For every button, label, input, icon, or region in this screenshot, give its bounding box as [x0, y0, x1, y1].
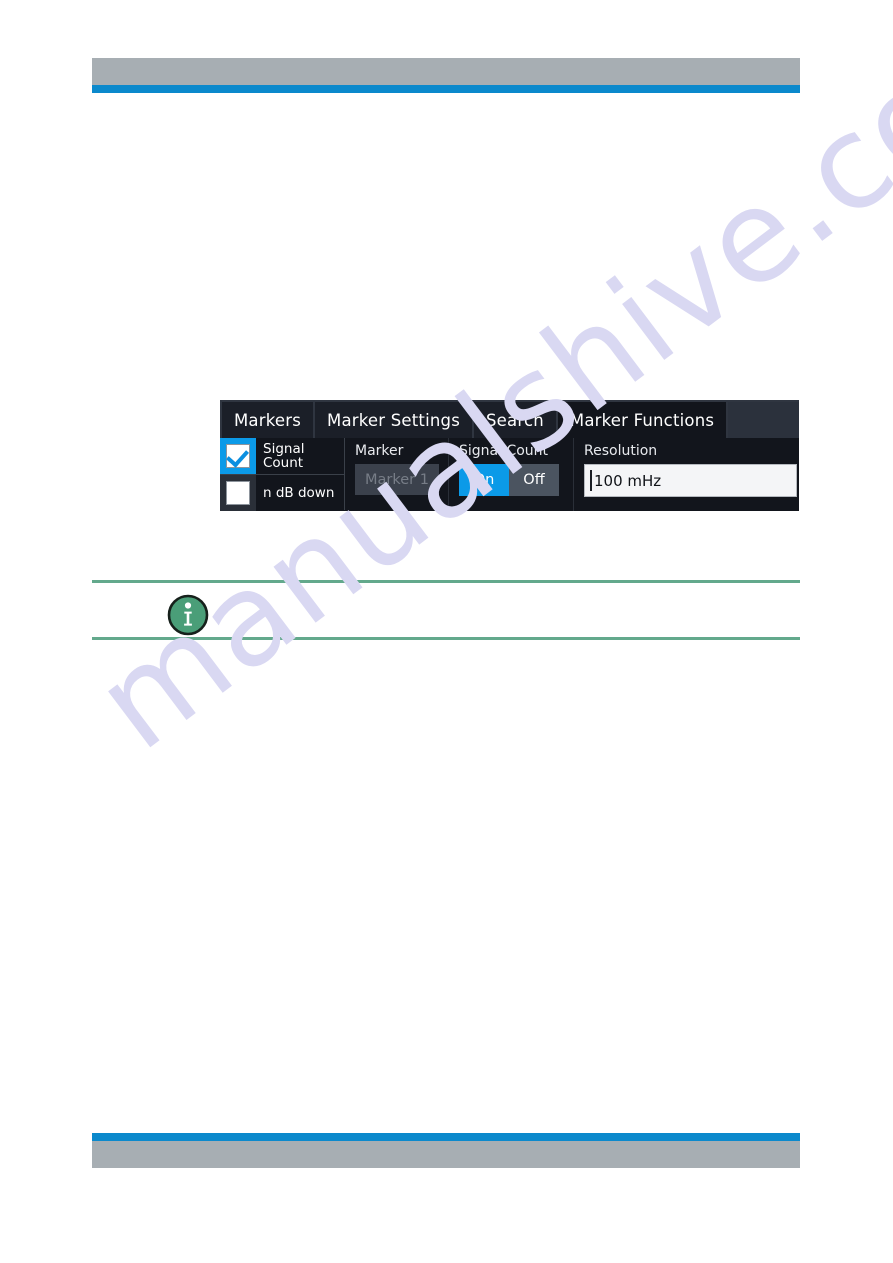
- resolution-field-group: Resolution 100 mHz: [574, 438, 799, 511]
- marker-select-button-label: Marker 1: [365, 471, 429, 488]
- note-rule-bottom: [92, 637, 800, 640]
- note-rule-top: [92, 580, 800, 583]
- checkbox-row-signal-count[interactable]: Signal Count: [220, 438, 344, 474]
- signal-count-toggle[interactable]: On Off: [459, 464, 559, 496]
- signal-count-field-group: Signal Count On Off: [449, 438, 574, 511]
- resolution-input-value: 100 mHz: [594, 471, 662, 490]
- function-checkbox-column: Signal Count n dB down: [220, 438, 345, 511]
- tab-search-label: Search: [486, 410, 544, 430]
- tab-strip-filler: [728, 402, 799, 438]
- signal-count-label-line2: Count: [263, 455, 304, 471]
- checkbox-holder-signal-count: [220, 438, 256, 474]
- resolution-input[interactable]: 100 mHz: [584, 464, 797, 497]
- n-db-down-label-line1: n dB down: [263, 484, 335, 501]
- n-db-down-checkbox-label: n dB down: [256, 486, 334, 500]
- signal-count-checkbox-label: Signal Count: [256, 442, 304, 470]
- text-caret: [590, 470, 592, 491]
- checkbox-row-n-db-down[interactable]: n dB down: [220, 474, 344, 511]
- checkbox-holder-n-db-down: [220, 474, 256, 511]
- marker-field-label: Marker: [355, 443, 404, 459]
- tab-marker-functions[interactable]: Marker Functions: [557, 402, 727, 438]
- tab-marker-functions-label: Marker Functions: [569, 410, 715, 430]
- n-db-down-checkbox[interactable]: [226, 480, 250, 505]
- note-block: [92, 580, 800, 640]
- signal-count-on-button[interactable]: On: [459, 464, 509, 496]
- tab-marker-settings[interactable]: Marker Settings: [315, 402, 472, 438]
- page-header-bar: [92, 58, 800, 85]
- watermark-text: manualshive.com: [70, 0, 893, 779]
- tab-markers-label: Markers: [234, 410, 302, 430]
- signal-count-field-label: Signal Count: [459, 443, 549, 459]
- signal-count-checkbox[interactable]: [225, 444, 250, 468]
- marker-functions-dialog[interactable]: Markers Marker Settings Search Marker Fu…: [220, 400, 799, 511]
- marker-select-button[interactable]: Marker 1: [355, 464, 439, 495]
- resolution-field-label: Resolution: [584, 443, 658, 459]
- dialog-tab-strip[interactable]: Markers Marker Settings Search Marker Fu…: [220, 400, 799, 438]
- page-footer-bar: [92, 1141, 800, 1168]
- tab-markers[interactable]: Markers: [222, 402, 314, 438]
- signal-count-label-line1: Signal: [263, 441, 305, 457]
- tab-marker-settings-label: Marker Settings: [327, 410, 460, 430]
- signal-count-on-label: On: [473, 472, 495, 488]
- info-icon: [167, 594, 209, 636]
- marker-field-group: Marker Marker 1: [345, 438, 449, 511]
- tab-search[interactable]: Search: [474, 402, 556, 438]
- signal-count-off-label: Off: [523, 472, 545, 488]
- check-tick-icon: [225, 444, 250, 468]
- page-footer-rule: [92, 1133, 800, 1141]
- dialog-body: Signal Count n dB down Marker Marker 1 S…: [220, 438, 799, 511]
- signal-count-off-button[interactable]: Off: [509, 464, 559, 496]
- page-header-rule: [92, 85, 800, 93]
